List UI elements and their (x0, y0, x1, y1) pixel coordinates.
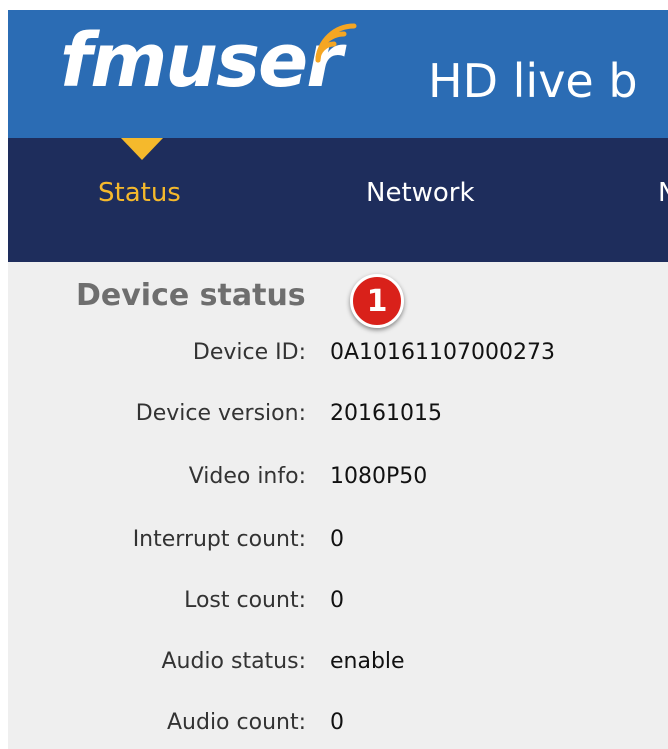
field-value: enable (330, 649, 405, 674)
field-label: Device version: (135, 401, 306, 426)
status-row-interrupt-count: Interrupt count: 0 (8, 527, 668, 557)
status-row-audio-status: Audio status: enable (8, 649, 668, 679)
active-tab-indicator-icon (121, 138, 163, 160)
field-label: Video info: (188, 464, 306, 489)
product-title: HD live b (428, 54, 638, 108)
status-row-audio-count: Audio count: 0 (8, 710, 668, 740)
field-value: 0A10161107000273 (330, 340, 556, 365)
status-row-device-version: Device version: 20161015 (8, 401, 668, 431)
nav-tab-status[interactable]: Status (98, 178, 181, 208)
field-value: 0 (330, 588, 344, 613)
main-nav: Status Network N (8, 138, 668, 262)
field-label: Lost count: (184, 588, 306, 613)
wifi-signal-icon (315, 23, 357, 63)
field-value: 0 (330, 527, 344, 552)
field-label: Device ID: (192, 340, 306, 365)
device-web-ui: fmuser HD live b Status Network N Device… (8, 10, 668, 749)
field-label: Audio count: (166, 710, 306, 735)
step-number-badge: 1 (350, 274, 404, 328)
field-label: Interrupt count: (132, 527, 306, 552)
field-value: 1080P50 (330, 464, 428, 489)
status-row-video-info: Video info: 1080P50 (8, 464, 668, 494)
nav-tab-next[interactable]: N (658, 178, 668, 208)
field-label: Audio status: (161, 649, 306, 674)
fmuser-logo: fmuser (60, 18, 343, 104)
status-row-device-id: Device ID: 0A10161107000273 (8, 340, 668, 370)
field-value: 20161015 (330, 401, 442, 426)
nav-tab-network[interactable]: Network (366, 178, 475, 208)
status-row-lost-count: Lost count: 0 (8, 588, 668, 618)
section-title: Device status (76, 278, 306, 313)
header-banner: fmuser HD live b (8, 10, 668, 138)
field-value: 0 (330, 710, 344, 735)
